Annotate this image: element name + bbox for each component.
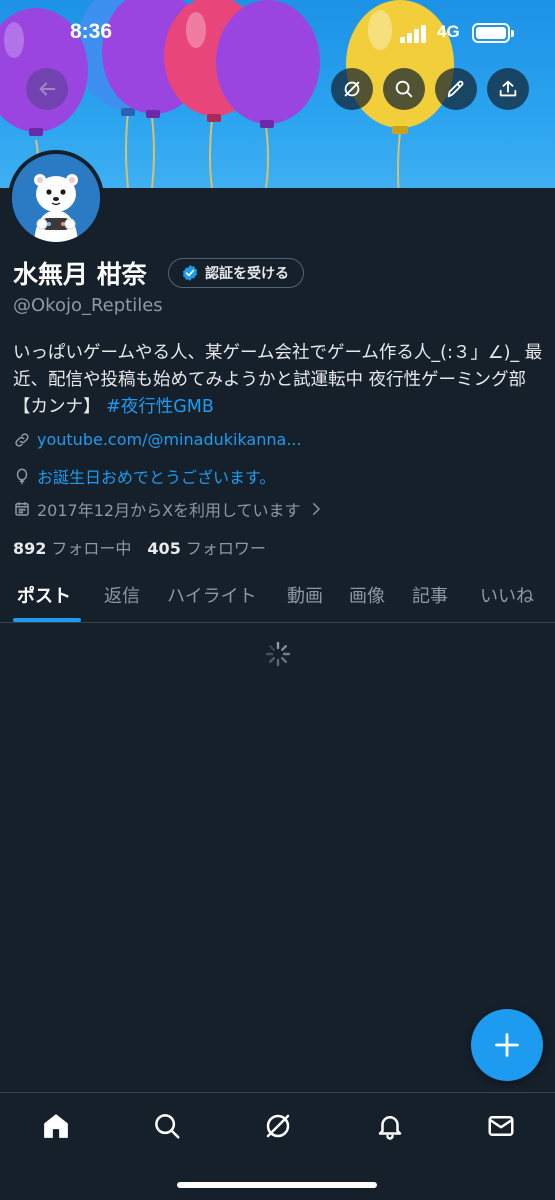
calendar-icon bbox=[15, 502, 29, 516]
get-verified-button[interactable]: 認証を受ける bbox=[168, 258, 304, 288]
status-time: 8:36 bbox=[70, 20, 113, 43]
following-count: 892 bbox=[13, 539, 47, 558]
nav-notifications[interactable] bbox=[375, 1111, 405, 1141]
messages-mail-icon bbox=[488, 1116, 514, 1136]
grok-icon bbox=[344, 81, 360, 97]
tab-posts[interactable]: ポスト bbox=[17, 582, 71, 608]
network-type: 4G bbox=[437, 22, 460, 41]
profile-tabs: ポスト 返信 ハイライト 動画 画像 記事 いいね bbox=[0, 570, 555, 623]
joined-row[interactable]: 2017年12月からXを利用しています bbox=[13, 497, 325, 521]
tab-images[interactable]: 画像 bbox=[349, 582, 385, 608]
edit-pencil-icon bbox=[447, 80, 464, 98]
birthday-row: お誕生日おめでとうございます。 bbox=[13, 464, 275, 488]
website-row: youtube.com/@minadukikanna... bbox=[13, 430, 302, 449]
profile-avatar[interactable] bbox=[8, 150, 104, 246]
nav-home[interactable] bbox=[41, 1111, 71, 1141]
following-link[interactable]: 892 フォロー中 bbox=[13, 535, 131, 559]
joined-date-text: 2017年12月からXを利用しています bbox=[37, 501, 301, 520]
active-tab-indicator bbox=[13, 618, 81, 622]
battery-icon bbox=[472, 23, 514, 43]
nav-messages[interactable] bbox=[486, 1111, 516, 1141]
nav-grok[interactable] bbox=[263, 1111, 293, 1141]
avatar-image bbox=[12, 154, 100, 242]
following-label: フォロー中 bbox=[51, 539, 132, 558]
notifications-bell-icon bbox=[378, 1116, 402, 1140]
back-arrow-icon bbox=[39, 82, 56, 96]
profile-bio: いっぱいゲームやる人、某ゲーム会社でゲーム作る人_(:３」∠)_ 最近、配信や投… bbox=[13, 340, 543, 421]
home-icon bbox=[44, 1114, 68, 1138]
followers-link[interactable]: 405 フォロワー bbox=[147, 535, 265, 559]
status-bar: 8:36 4G bbox=[0, 0, 555, 66]
search-button[interactable] bbox=[383, 68, 425, 110]
grok-button[interactable] bbox=[331, 68, 373, 110]
tab-videos[interactable]: 動画 bbox=[287, 582, 323, 608]
edit-button[interactable] bbox=[435, 68, 477, 110]
website-link[interactable]: youtube.com/@minadukikanna... bbox=[37, 430, 302, 449]
tab-articles[interactable]: 記事 bbox=[412, 582, 448, 608]
back-button[interactable] bbox=[26, 68, 68, 110]
link-icon bbox=[15, 432, 29, 447]
stoat-avatar-illustration bbox=[12, 154, 100, 242]
compose-post-button[interactable] bbox=[471, 1009, 543, 1081]
verified-badge-icon bbox=[182, 265, 198, 281]
home-indicator-bar bbox=[177, 1182, 377, 1188]
follow-stats: 892 フォロー中 405 フォロワー bbox=[13, 535, 266, 559]
tab-replies[interactable]: 返信 bbox=[104, 582, 140, 608]
display-name: 水無月 柑奈 bbox=[13, 260, 147, 289]
bio-text: いっぱいゲームやる人、某ゲーム会社でゲーム作る人_(:３」∠)_ 最近、配信や投… bbox=[13, 343, 543, 417]
nav-search[interactable] bbox=[152, 1111, 182, 1141]
share-button[interactable] bbox=[487, 68, 529, 110]
bio-hashtag-link[interactable]: #夜行性GMB bbox=[106, 397, 214, 417]
followers-count: 405 bbox=[147, 539, 181, 558]
tab-likes[interactable]: いいね bbox=[480, 582, 534, 608]
plus-icon bbox=[495, 1033, 519, 1057]
grok-icon bbox=[266, 1114, 290, 1138]
birthday-text[interactable]: お誕生日おめでとうございます。 bbox=[37, 464, 275, 488]
user-handle: @Okojo_Reptiles bbox=[13, 295, 163, 316]
tab-highlights[interactable]: ハイライト bbox=[167, 582, 257, 608]
balloon-icon bbox=[16, 468, 28, 485]
share-upload-icon bbox=[499, 80, 517, 97]
get-verified-label: 認証を受ける bbox=[205, 266, 289, 282]
search-icon bbox=[395, 80, 413, 98]
loading-spinner-icon bbox=[265, 641, 291, 667]
signal-strength-icon bbox=[400, 25, 430, 43]
search-icon bbox=[155, 1114, 180, 1139]
followers-label: フォロワー bbox=[185, 539, 266, 558]
chevron-right-icon bbox=[312, 503, 320, 515]
